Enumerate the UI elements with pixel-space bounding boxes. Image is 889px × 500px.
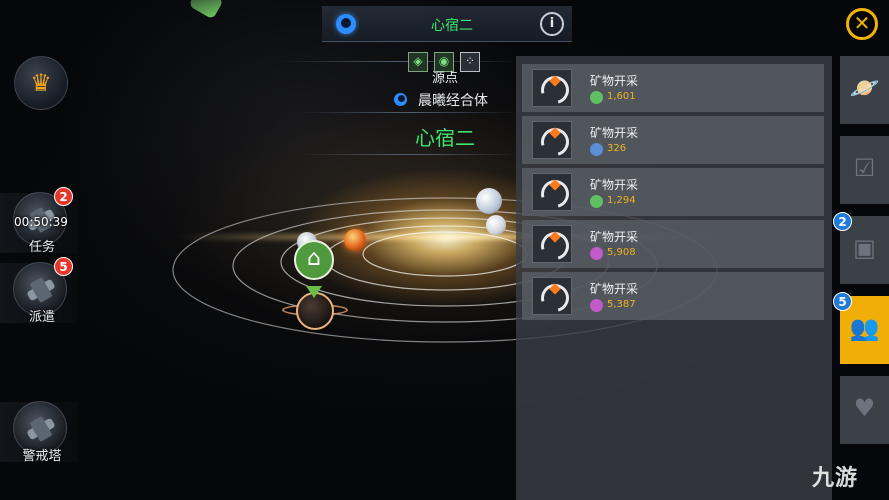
crew-badge: 5 xyxy=(833,292,852,311)
planet-icy-small[interactable] xyxy=(486,215,506,235)
divider xyxy=(300,154,520,155)
system-name: 心宿二 xyxy=(415,126,475,150)
dispatch-label[interactable]: 派遣 xyxy=(0,306,84,325)
dispatch-badge: 5 xyxy=(54,257,73,276)
mining-icon xyxy=(532,277,572,315)
mission-label[interactable]: 任务 xyxy=(0,236,84,255)
task-panel: 矿物开采 1,601 矿物开采 326 矿物开采 1,294 矿物开采 5,90… xyxy=(516,56,832,500)
item-title: 矿物开采 xyxy=(590,126,639,140)
list-item[interactable]: 矿物开采 1,601 xyxy=(522,64,824,112)
planet-lava[interactable] xyxy=(344,229,366,251)
origin-label: 源点 xyxy=(431,71,458,86)
mining-icon xyxy=(532,173,572,211)
tab-planet[interactable]: 🪐 xyxy=(840,56,889,124)
item-title: 矿物开采 xyxy=(590,74,639,88)
close-button[interactable]: ✕ xyxy=(846,8,878,40)
crew-icon: 👥 xyxy=(849,314,880,342)
mission-timer: 00:50:39 xyxy=(14,215,68,229)
divider xyxy=(300,112,520,113)
list-item[interactable]: 矿物开采 5,387 xyxy=(522,272,824,320)
resource-amount: 326 xyxy=(607,143,627,154)
home-base-icon[interactable]: ⌂ xyxy=(294,240,334,280)
shield-heart-icon: ♥ xyxy=(853,394,876,422)
building-icon: ▣ xyxy=(853,234,876,262)
resource-icon xyxy=(590,91,603,104)
mining-icon xyxy=(532,225,572,263)
list-item[interactable]: 矿物开采 326 xyxy=(522,116,824,164)
planet-icy-large[interactable] xyxy=(476,188,502,214)
top-bar: 心宿二 i xyxy=(322,6,572,42)
home-pin-icon xyxy=(306,286,322,298)
info-button[interactable]: i xyxy=(540,12,564,36)
checklist-icon: ☑ xyxy=(853,154,876,182)
mining-icon xyxy=(532,121,572,159)
divider xyxy=(280,61,520,62)
resource-icon xyxy=(590,299,603,312)
mission-badge: 2 xyxy=(54,187,73,206)
resource-icon xyxy=(590,247,603,260)
tab-defense[interactable]: ♥ xyxy=(840,376,889,444)
item-title: 矿物开采 xyxy=(590,178,639,192)
item-title: 矿物开采 xyxy=(590,282,639,296)
tab-mission-list[interactable]: ☑ xyxy=(840,136,889,204)
top-bar-title: 心宿二 xyxy=(431,18,473,34)
owner-row: 晨曦经合体 xyxy=(392,90,512,109)
item-title: 矿物开采 xyxy=(590,230,639,244)
resource-icon xyxy=(590,143,603,156)
resource-amount: 1,294 xyxy=(607,195,636,206)
watermark-logo: 九游 xyxy=(812,466,859,491)
resource-amount: 1,601 xyxy=(607,91,636,102)
owner-faction-icon xyxy=(394,93,407,106)
resource-icon xyxy=(590,195,603,208)
list-item[interactable]: 矿物开采 1,294 xyxy=(522,168,824,216)
owner-name: 晨曦经合体 xyxy=(418,93,488,109)
watchtower-label[interactable]: 警戒塔 xyxy=(0,445,84,464)
resource-amount: 5,908 xyxy=(607,247,636,258)
crown-button[interactable]: ♛ xyxy=(14,56,68,110)
resource-amount: 5,387 xyxy=(607,299,636,310)
faction-emblem-icon xyxy=(336,14,356,34)
planet-icon: 🪐 xyxy=(849,74,880,102)
mining-icon xyxy=(532,69,572,107)
building-badge: 2 xyxy=(833,212,852,231)
crown-icon: ♛ xyxy=(30,69,52,97)
list-item[interactable]: 矿物开采 5,908 xyxy=(522,220,824,268)
